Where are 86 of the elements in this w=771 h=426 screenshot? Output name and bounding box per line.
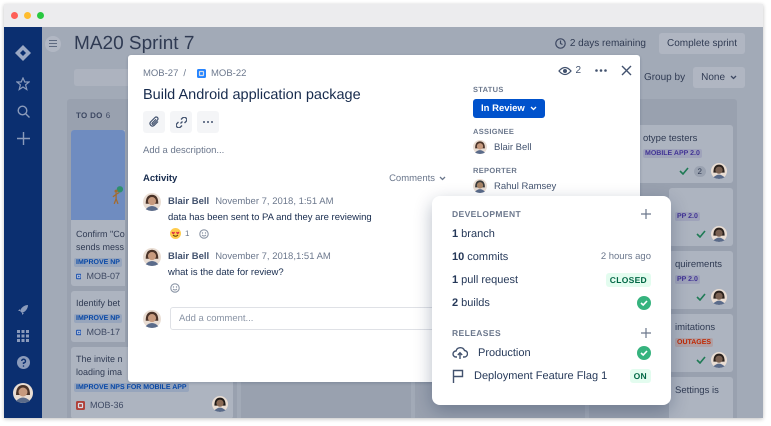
dev-link[interactable]: 1 branch [452,228,495,240]
menu-icon [49,40,57,47]
flag-icon [452,368,464,382]
more-button[interactable] [595,69,607,72]
check-circle-icon [637,296,651,310]
activity-heading: Activity [143,173,178,184]
comment-text: what is the date for review? [168,267,285,278]
avatar [143,310,161,328]
subtask-count: 2 [694,166,706,176]
rocket-icon[interactable] [17,304,29,316]
activity-filter-dropdown[interactable]: Comments [389,173,446,184]
issue-card[interactable]: Settings is [669,377,733,418]
column-title: TO DO 6 [75,110,112,122]
card-title: Confirm "Co sends mess [76,228,125,254]
issue-key-link[interactable]: MOB-22 [211,68,246,79]
add-reaction-icon[interactable] [199,228,210,238]
issue-key: MOB-17 [86,327,120,337]
chevron-down-icon [530,106,537,111]
star-icon[interactable] [16,77,30,91]
assignee-name[interactable]: Blair Bell [494,142,532,152]
more-icon [595,69,607,72]
section-heading: RELEASES [452,328,502,338]
comment-text: data has been sent to PA and they are reviewing [168,212,372,223]
reporter-name[interactable]: Rahul Ramsey [494,180,556,192]
dev-link[interactable]: 10 commits [452,250,508,262]
issue-key: MOB-36 [90,400,124,410]
group-by-label: Group by [644,72,686,83]
comment-time: November 7, 2018, 1:51 AM [215,196,334,207]
card-title: quirements [675,259,722,270]
clock-icon [554,38,566,49]
link-button[interactable] [170,111,192,133]
help-icon[interactable] [16,356,30,369]
add-reaction-icon[interactable] [170,283,180,293]
board-title: MA20 Sprint 7 [74,34,194,54]
avatar [473,179,487,193]
status-lozenge: ON [630,368,651,382]
cloud-upload-icon [452,346,468,360]
card-title: Identify bet [76,297,120,310]
add-icon[interactable] [641,328,651,338]
comment-author[interactable]: Blair Bell [168,251,210,262]
section-heading: DEVELOPMENT [452,209,522,219]
card-title: otype testers [643,133,698,144]
attach-button[interactable] [143,111,165,133]
reaction-button[interactable]: 1 [170,228,190,239]
emoji-icon [170,228,181,239]
card-title: Settings is [675,385,719,396]
chevron-down-icon [439,176,446,181]
card-title: imitations [675,322,716,333]
plus-icon[interactable] [16,132,30,145]
avatar [473,140,487,154]
group-by-dropdown[interactable]: None [693,67,745,88]
chevron-down-icon [730,75,737,80]
card-title: The invite n loading ima [76,353,123,379]
dev-link[interactable]: 2 builds [452,296,490,308]
release-link[interactable]: Deployment Feature Flag 1 [474,370,608,382]
close-icon [621,65,632,76]
add-icon[interactable] [641,209,651,219]
issue-key: MOB-07 [86,271,120,281]
avatar [143,193,161,211]
close-button[interactable] [621,65,632,76]
description-field[interactable]: Add a description... [143,145,446,156]
sprint-remaining: 2 days remaining [570,38,646,49]
comment-author[interactable]: Blair Bell [168,196,210,207]
avatar [13,383,33,403]
sidebar-toggle[interactable] [45,36,61,52]
check-circle-icon [637,346,651,360]
parent-issue-link[interactable]: MOB-27 [143,68,178,79]
breadcrumb-separator: / [183,68,186,79]
search-icon[interactable] [16,105,30,118]
diamond-logo-icon[interactable] [15,45,31,61]
app-grid-icon[interactable] [17,330,29,342]
status-lozenge: CLOSED [606,272,651,286]
status-dropdown[interactable]: In Review [473,99,545,118]
window-control[interactable] [11,12,18,19]
complete-sprint-button[interactable]: Complete sprint [658,33,745,54]
link-icon [176,116,186,128]
dev-link[interactable]: 1 pull request [452,274,518,286]
release-link[interactable]: Production [478,346,531,358]
comment-time: November 7, 2018,1:51 AM [215,251,331,262]
issue-title[interactable]: Build Android application package [143,87,446,103]
watch-button[interactable]: 2 [558,65,581,76]
paperclip-icon [148,116,160,128]
issue-type-icon [197,69,206,78]
avatar [143,248,161,266]
updated-time: 2 hours ago [600,251,651,262]
eye-icon [558,66,572,76]
